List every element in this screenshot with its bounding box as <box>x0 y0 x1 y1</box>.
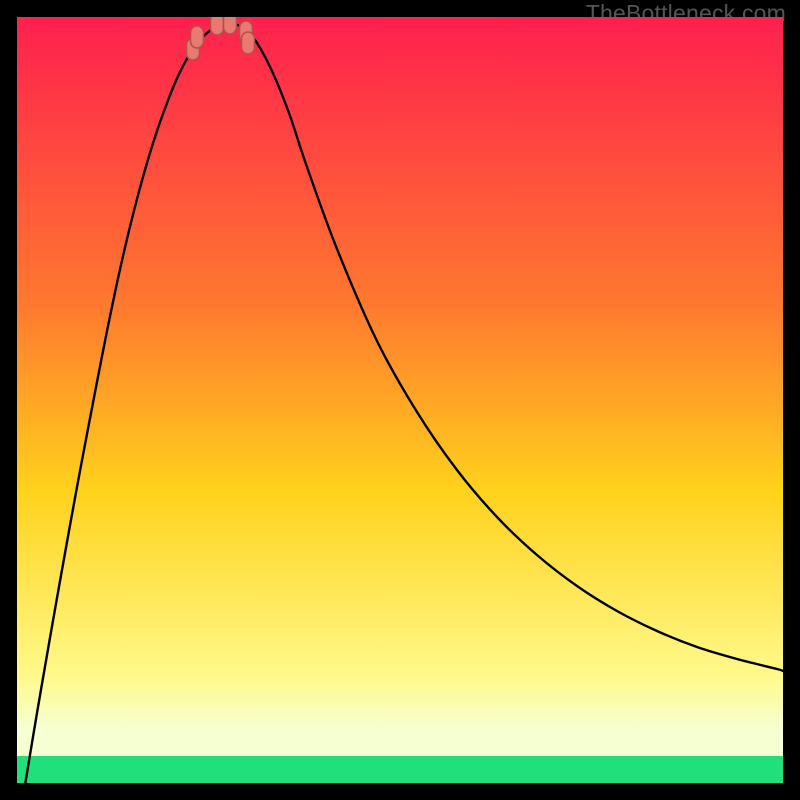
plot-area <box>17 17 783 783</box>
curve-markers <box>187 17 255 60</box>
marker-point-5 <box>242 32 255 54</box>
marker-point-3 <box>224 17 237 34</box>
bottleneck-curve <box>17 24 783 783</box>
marker-point-1 <box>191 26 204 48</box>
curve-layer <box>17 17 783 783</box>
chart-stage: TheBottleneck.com <box>0 0 800 800</box>
marker-point-2 <box>211 17 224 35</box>
plot-outer <box>17 17 783 783</box>
